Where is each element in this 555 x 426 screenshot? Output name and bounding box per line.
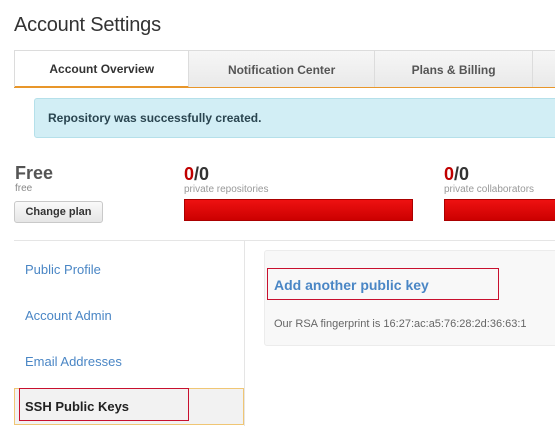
tab-notification-center[interactable]: Notification Center: [189, 51, 375, 88]
sidebar-item-ssh-public-keys[interactable]: SSH Public Keys: [14, 388, 244, 425]
sidebar-item-email-addresses[interactable]: Email Addresses: [14, 342, 244, 380]
tab-more[interactable]: [533, 51, 555, 88]
tab-account-overview[interactable]: Account Overview: [15, 51, 190, 88]
tabs-accent-line: [14, 87, 555, 88]
page-title: Account Settings: [14, 14, 161, 36]
tab-plans-billing[interactable]: Plans & Billing: [374, 51, 534, 88]
usage-label: private repositories: [184, 184, 269, 195]
ssh-keys-panel: [264, 250, 555, 346]
usage-bar: [444, 199, 555, 221]
private-collaborators-usage: 0/0 private collaborators: [444, 164, 555, 221]
account-settings-page: Account Settings Account Overview Notifi…: [0, 0, 555, 426]
rsa-fingerprint-text: Our RSA fingerprint is 16:27:ac:a5:76:28…: [274, 318, 527, 330]
usage-used: 0: [184, 164, 195, 184]
sidebar-item-account-admin[interactable]: Account Admin: [14, 296, 244, 334]
flash-message-text: Repository was successfully created.: [48, 111, 262, 125]
usage-used: 0: [444, 164, 455, 184]
usage-total: /0: [454, 164, 470, 184]
plan-sub-label: free: [15, 183, 33, 194]
usage-label: private collaborators: [444, 184, 535, 195]
usage-count: 0/0: [184, 164, 413, 184]
add-public-key-link[interactable]: Add another public key: [274, 277, 429, 293]
usage-total: /0: [194, 164, 210, 184]
flash-success-message: Repository was successfully created.: [34, 98, 555, 138]
settings-tabs: Account Overview Notification Center Pla…: [14, 50, 555, 88]
plan-name: Free: [15, 163, 54, 183]
section-divider: [14, 240, 555, 241]
change-plan-button[interactable]: Change plan: [14, 201, 103, 223]
sidebar-divider: [244, 240, 245, 426]
private-repositories-usage: 0/0 private repositories: [184, 164, 413, 221]
sidebar-item-public-profile[interactable]: Public Profile: [14, 250, 244, 288]
usage-bar: [184, 199, 413, 221]
usage-count: 0/0: [444, 164, 555, 184]
